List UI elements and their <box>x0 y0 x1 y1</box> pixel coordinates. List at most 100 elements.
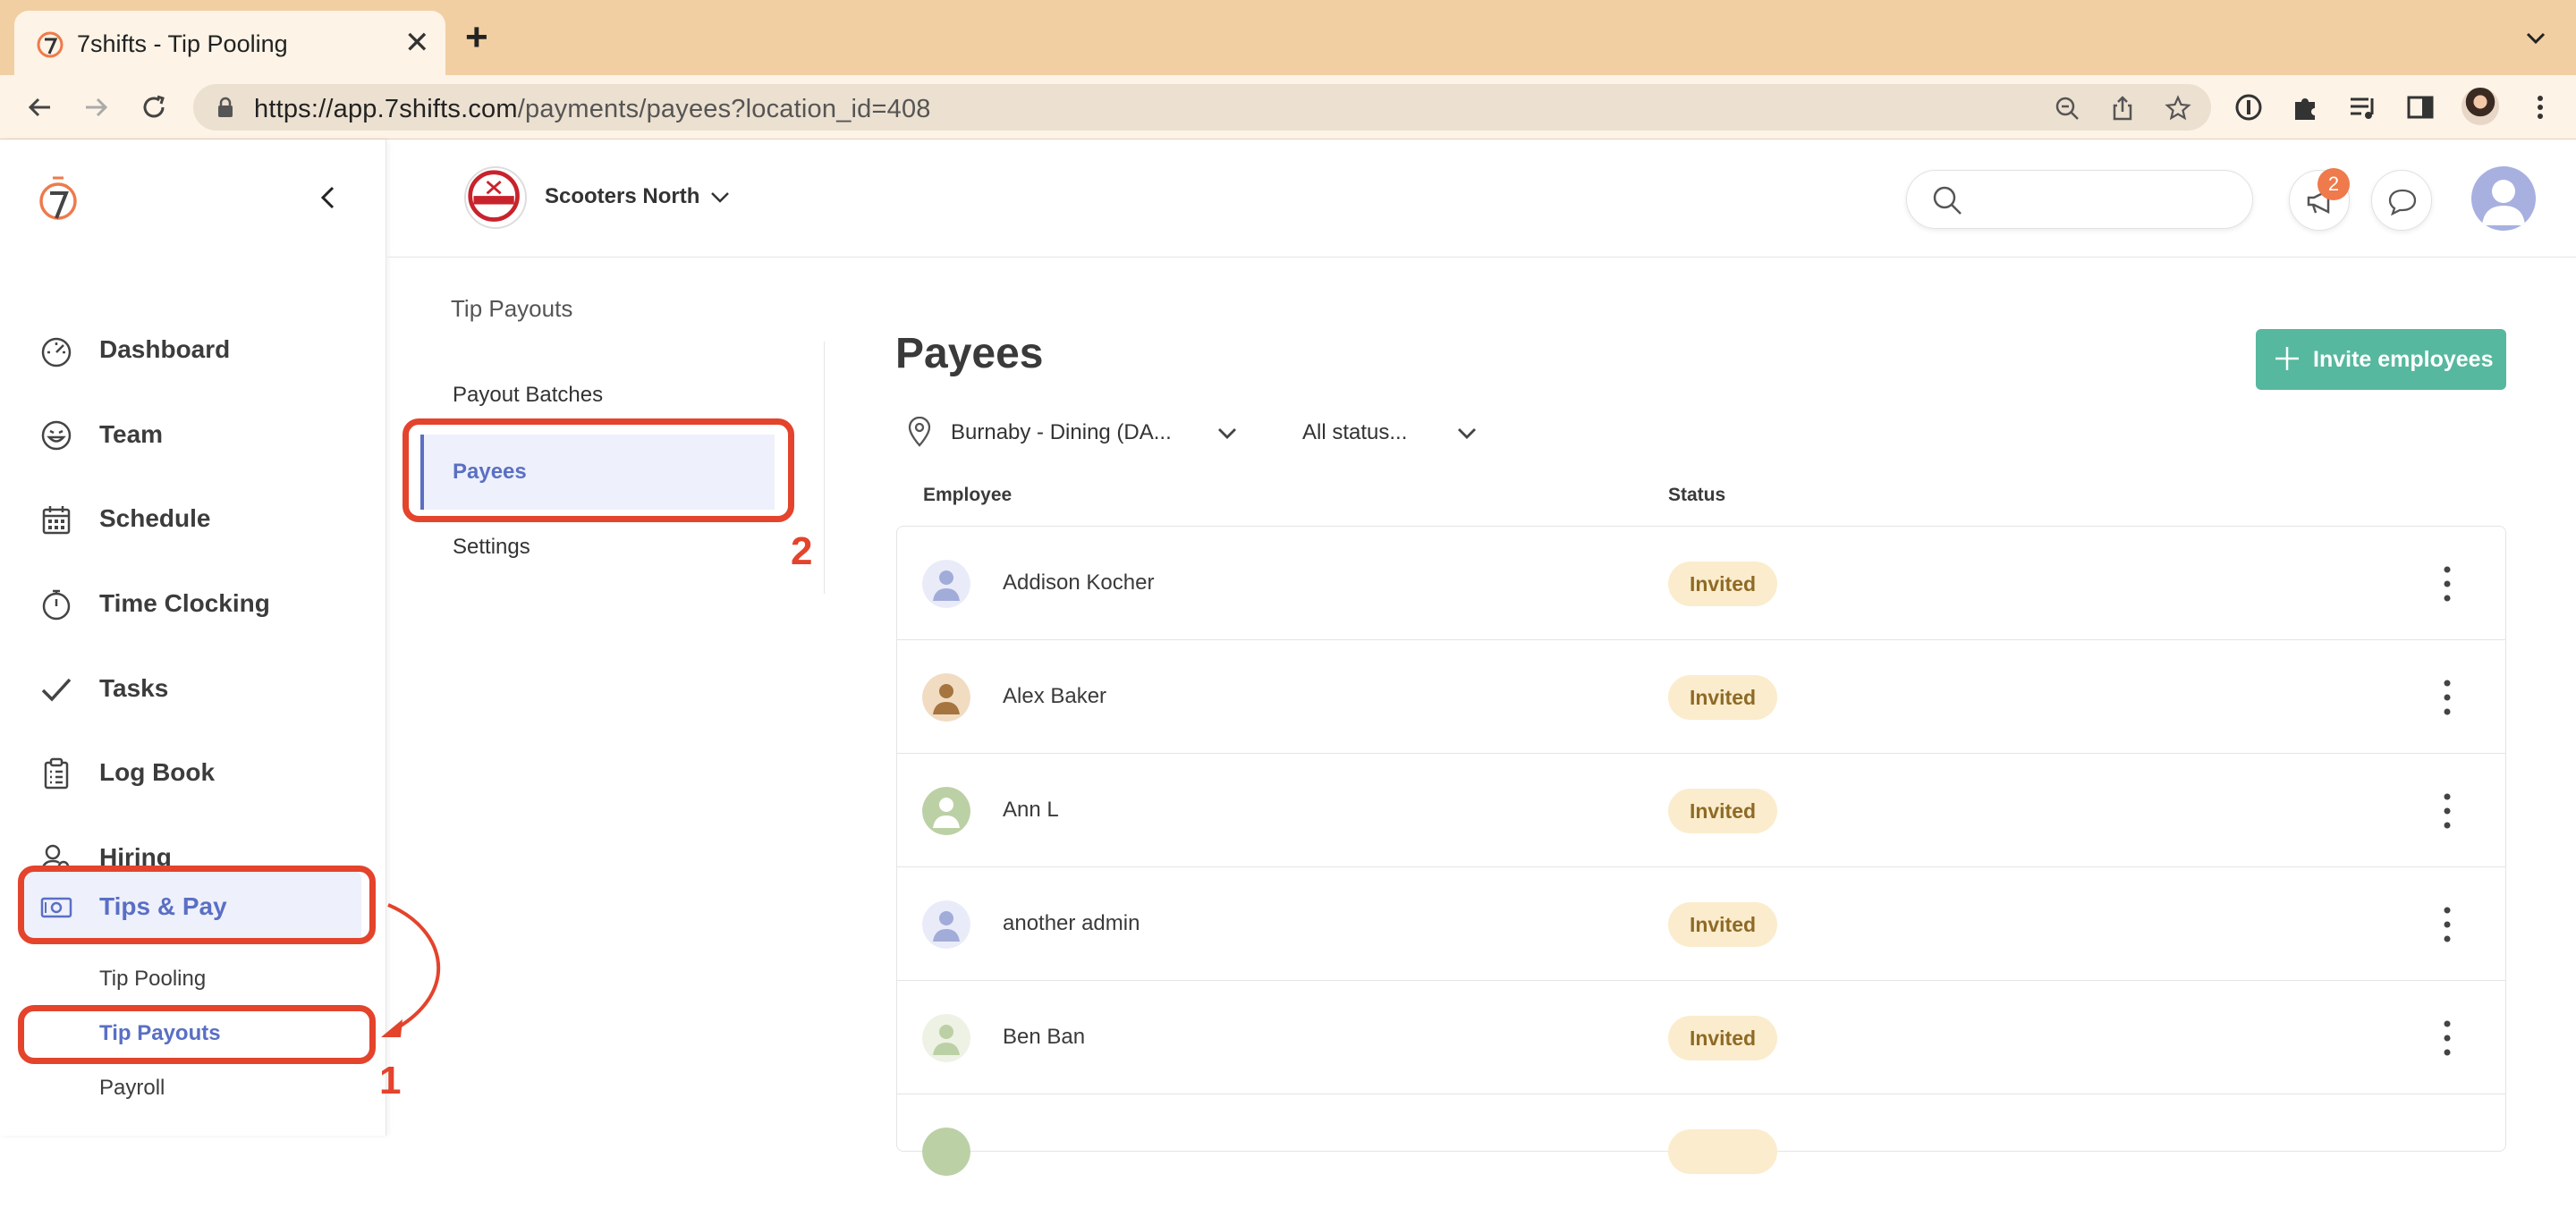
7shifts-logo-icon[interactable] <box>38 173 79 222</box>
status-badge: Invited <box>1668 675 1777 720</box>
more-options-icon[interactable] <box>2434 562 2461 605</box>
search-input[interactable] <box>1906 170 2253 229</box>
media-queue-icon[interactable] <box>2347 91 2379 123</box>
address-bar[interactable]: https://app.7shifts.com/payments/payees?… <box>193 84 2211 131</box>
annotation-box-tips-and-pay <box>18 866 376 944</box>
person-silhouette-icon <box>922 900 970 949</box>
password-manager-icon[interactable] <box>2233 91 2265 123</box>
annotation-box-payees <box>402 418 794 522</box>
sidebar-item-label: Log Book <box>99 758 216 786</box>
share-icon[interactable] <box>2109 95 2136 122</box>
tab-search-chevron-icon[interactable] <box>2521 23 2551 54</box>
payees-table: Addison Kocher Invited Alex Baker Invite… <box>896 526 2506 1176</box>
zoom-out-icon[interactable] <box>2054 95 2080 122</box>
table-row[interactable]: Addison Kocher Invited <box>897 527 2505 640</box>
app-sidebar: Dashboard Team Schedule Time Clocking Ta… <box>0 139 386 1136</box>
stopwatch-icon <box>42 589 71 621</box>
employee-avatar <box>922 673 970 722</box>
browser-tab-strip: 7shifts - Tip Pooling ✕ + <box>0 0 2576 75</box>
employee-name: another admin <box>1003 911 1140 935</box>
tab-title: 7shifts - Tip Pooling <box>77 30 288 57</box>
column-header-employee[interactable]: Employee <box>923 485 1012 506</box>
annotation-step-2: 2 <box>791 529 813 573</box>
sidebar-subitem-payroll[interactable]: Payroll <box>99 1076 165 1101</box>
location-filter-dropdown[interactable]: Burnaby - Dining (DA... <box>902 413 1241 452</box>
secondary-nav-label: Settings <box>453 535 530 559</box>
more-options-icon[interactable] <box>2434 903 2461 946</box>
plus-icon <box>2275 347 2299 370</box>
browser-toolbar: https://app.7shifts.com/payments/payees?… <box>0 75 2576 139</box>
person-silhouette-icon <box>922 673 970 722</box>
column-header-status[interactable]: Status <box>1668 485 1725 506</box>
location-filter-value: Burnaby - Dining (DA... <box>951 420 1172 444</box>
sidebar-item-time-clocking[interactable]: Time Clocking <box>0 568 386 639</box>
search-icon <box>1933 186 1962 215</box>
url-text: https://app.7shifts.com/payments/payees?… <box>254 95 931 123</box>
employee-avatar <box>922 560 970 608</box>
messages-button[interactable] <box>2371 170 2432 231</box>
calendar-icon <box>42 506 71 535</box>
notification-count-badge: 2 <box>2318 168 2350 200</box>
sidebar-item-label: Time Clocking <box>99 589 270 617</box>
back-arrow-icon[interactable] <box>23 91 55 123</box>
table-row[interactable]: Ann L Invited <box>897 754 2505 867</box>
new-tab-icon[interactable]: + <box>465 18 488 57</box>
location-name[interactable]: Scooters North <box>545 184 699 209</box>
sidebar-item-dashboard[interactable]: Dashboard <box>0 314 386 385</box>
table-row[interactable]: Ben Ban Invited <box>897 981 2505 1094</box>
location-chevron-down-icon[interactable] <box>709 190 731 206</box>
sidebar-subitem-tip-pooling[interactable]: Tip Pooling <box>99 967 206 992</box>
annotation-step-1: 1 <box>379 1059 402 1102</box>
annotation-arrow-icon <box>381 903 441 1037</box>
secondary-nav-divider <box>824 342 825 594</box>
tab-close-icon[interactable]: ✕ <box>404 25 430 61</box>
person-silhouette-icon <box>922 560 970 608</box>
sidebar-item-log-book[interactable]: Log Book <box>0 737 386 808</box>
status-badge-partial <box>1668 1129 1777 1174</box>
person-silhouette-icon <box>922 1014 970 1062</box>
table-row[interactable]: another admin Invited <box>897 867 2505 981</box>
employee-name: Addison Kocher <box>1003 570 1155 595</box>
forward-arrow-icon[interactable] <box>80 91 113 123</box>
dashboard-gauge-icon <box>41 337 72 367</box>
collapse-sidebar-chevron-icon[interactable] <box>315 184 342 211</box>
secondary-nav-title: Tip Payouts <box>451 295 573 322</box>
annotation-box-tip-payouts <box>18 1005 376 1064</box>
table-row[interactable]: Alex Baker Invited <box>897 640 2505 754</box>
location-logo[interactable] <box>464 166 527 229</box>
browser-profile-avatar[interactable] <box>2462 88 2499 125</box>
status-badge: Invited <box>1668 562 1777 606</box>
sidebar-item-label: Dashboard <box>99 335 231 363</box>
more-options-icon[interactable] <box>2434 790 2461 832</box>
app-header: Scooters North 2 <box>387 139 2576 258</box>
smiley-icon <box>41 420 72 451</box>
sidebar-item-team[interactable]: Team <box>0 399 386 470</box>
status-badge: Invited <box>1668 1016 1777 1060</box>
extensions-puzzle-icon[interactable] <box>2290 91 2322 123</box>
invite-employees-label: Invite employees <box>2313 347 2494 372</box>
more-options-icon[interactable] <box>2434 676 2461 719</box>
reload-icon[interactable] <box>138 91 170 123</box>
invite-employees-button[interactable]: Invite employees <box>2256 329 2506 390</box>
chat-bubble-icon <box>2388 189 2417 216</box>
sidebar-item-tasks[interactable]: Tasks <box>0 653 386 724</box>
user-avatar[interactable] <box>2471 166 2536 231</box>
sidebar-item-schedule[interactable]: Schedule <box>0 483 386 554</box>
side-panel-icon[interactable] <box>2404 91 2436 123</box>
status-filter-dropdown[interactable]: All status... <box>1302 413 1481 452</box>
employee-name: Ann L <box>1003 798 1059 822</box>
secondary-nav-label: Payout Batches <box>453 383 604 407</box>
person-silhouette-icon <box>922 1128 970 1176</box>
employee-avatar <box>922 1128 970 1176</box>
sidebar-item-label: Tasks <box>99 674 169 702</box>
more-options-icon[interactable] <box>2434 1017 2461 1060</box>
person-silhouette-icon <box>922 787 970 835</box>
sidebar-item-label: Schedule <box>99 504 211 532</box>
table-row-partial[interactable] <box>897 1094 2505 1208</box>
status-badge: Invited <box>1668 789 1777 833</box>
browser-tab[interactable]: 7shifts - Tip Pooling ✕ <box>14 11 445 75</box>
browser-menu-icon[interactable] <box>2524 91 2556 123</box>
bookmark-star-icon[interactable] <box>2165 95 2191 122</box>
status-badge: Invited <box>1668 902 1777 947</box>
location-pin-icon <box>908 417 931 447</box>
